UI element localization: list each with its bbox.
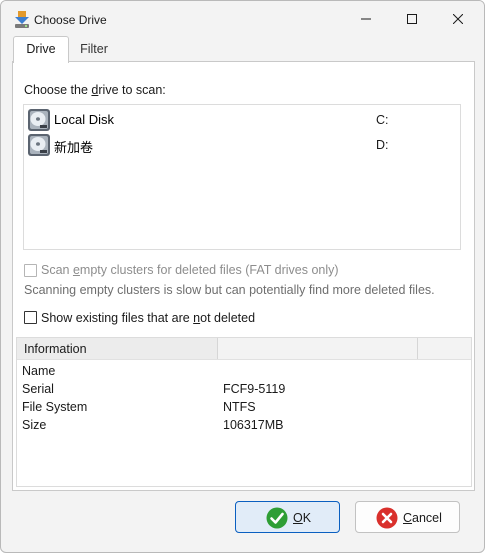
hard-drive-icon <box>27 108 51 132</box>
cancel-button[interactable]: Cancel <box>355 501 460 533</box>
minimize-button[interactable] <box>343 1 389 37</box>
info-key: Name <box>22 364 56 378</box>
close-button[interactable] <box>435 1 481 37</box>
scan-empty-checkbox[interactable] <box>24 264 37 277</box>
info-row-size: Size 106317MB <box>17 418 471 436</box>
info-key: File System <box>22 400 88 414</box>
hard-drive-icon <box>27 133 51 157</box>
column-header-information[interactable]: Information <box>17 338 218 359</box>
info-value: 106317MB <box>223 418 284 432</box>
ok-label: OK <box>293 511 312 525</box>
drive-row-c[interactable]: Local Disk C: <box>27 108 455 132</box>
information-header: Information <box>17 338 471 360</box>
window-title: Choose Drive <box>34 13 107 27</box>
info-key: Serial <box>22 382 54 396</box>
cancel-x-icon <box>376 507 398 529</box>
information-list: Information Name Serial FCF9-5119 File S… <box>16 337 472 487</box>
maximize-icon <box>407 14 417 24</box>
show-existing-checkbox[interactable] <box>24 311 37 324</box>
checkmark-icon <box>266 507 288 529</box>
cancel-label: Cancel <box>403 511 442 525</box>
drive-name: Local Disk <box>54 112 114 127</box>
app-icon <box>14 11 30 29</box>
ok-button[interactable]: OK <box>235 501 340 533</box>
column-header-filler <box>418 338 471 359</box>
info-value: NTFS <box>223 400 256 414</box>
column-header-value[interactable] <box>218 338 418 359</box>
info-value: FCF9-5119 <box>223 382 286 396</box>
drive-letter: C: <box>376 113 389 127</box>
drive-name: 新加卷 <box>54 140 94 155</box>
choose-drive-label: Choose the drive to scan: <box>24 83 166 97</box>
scan-empty-label: Scan empty clusters for deleted files (F… <box>41 263 339 277</box>
close-icon <box>453 14 463 24</box>
choose-drive-dialog: Choose Drive Drive Filter Choose the dri… <box>0 0 485 553</box>
title-bar[interactable]: Choose Drive <box>1 1 484 37</box>
maximize-button[interactable] <box>389 1 435 37</box>
tab-drive[interactable]: Drive <box>13 36 69 63</box>
tab-filter[interactable]: Filter <box>72 37 116 61</box>
minimize-icon <box>361 18 371 20</box>
info-row-file-system: File System NTFS <box>17 400 471 418</box>
show-existing-label: Show existing files that are not deleted <box>41 311 256 325</box>
info-row-name: Name <box>17 364 471 382</box>
drive-letter: D: <box>376 138 389 152</box>
info-row-serial: Serial FCF9-5119 <box>17 382 471 400</box>
drive-row-d[interactable]: 新加卷 D: <box>27 133 455 157</box>
drive-list[interactable]: Local Disk C: 新加卷 D: <box>23 104 461 250</box>
info-key: Size <box>22 418 47 432</box>
drive-tab-panel: Choose the drive to scan: Local Disk C: <box>12 61 475 491</box>
scan-empty-hint: Scanning empty clusters is slow but can … <box>24 283 435 297</box>
